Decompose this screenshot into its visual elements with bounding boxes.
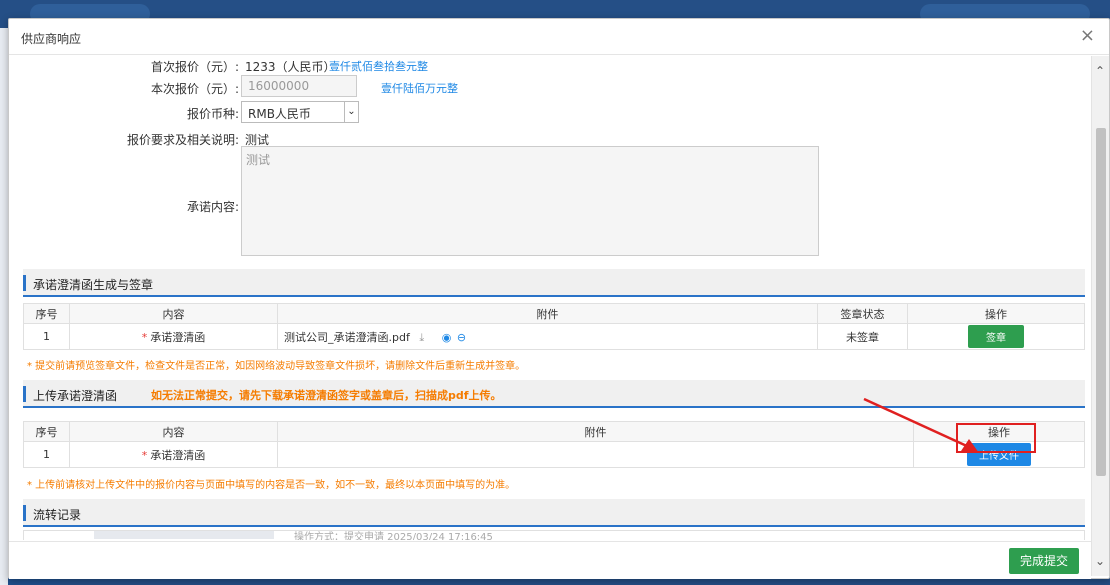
scroll-down-icon[interactable]: ⌄	[1095, 554, 1105, 568]
complete-submit-button[interactable]: 完成提交	[1009, 548, 1079, 574]
modal-body: 首次报价（元）: 1233（人民币） 壹仟贰佰叁拾叁元整 本次报价（元）: 16…	[9, 56, 1091, 540]
section-title: 流转记录	[33, 508, 82, 522]
section-title: 上传承诺澄清函	[33, 389, 118, 403]
delete-icon[interactable]: ⊖	[457, 331, 466, 344]
row-action: 签章	[907, 323, 1085, 350]
attachment-file-link[interactable]: 测试公司_承诺澄清函.pdf	[284, 331, 410, 344]
col-content: 内容	[69, 303, 278, 324]
row-no: 1	[23, 441, 70, 468]
row-content: * 承诺澄清函	[69, 323, 278, 350]
table-header-row: 序号 内容 附件 签章状态 操作	[23, 303, 1085, 324]
modal-title: 供应商响应	[21, 32, 82, 46]
section-accent-bar	[23, 275, 26, 291]
chevron-down-icon: ⌄	[344, 102, 358, 122]
requirement-label: 报价要求及相关说明:	[126, 133, 239, 147]
download-icon[interactable]: ⤓	[419, 331, 424, 344]
section-flow-record: 流转记录	[23, 499, 1085, 527]
row-content: * 承诺澄清函	[69, 441, 278, 468]
col-attachment: 附件	[277, 303, 818, 324]
row-attachment	[277, 441, 914, 468]
first-quote-value: 1233（人民币）	[245, 60, 336, 74]
this-quote-label: 本次报价（元）:	[150, 82, 239, 96]
blurred-name	[94, 531, 274, 539]
flow-record-text: 操作方式：提交申请 2025/03/24 17:16:45	[294, 532, 493, 540]
table-row: 1 * 承诺澄清函 测试公司_承诺澄清函.pdf ⤓ ◉ ⊖ 未签章 签章	[23, 323, 1085, 350]
commitment-textarea[interactable]: 测试	[241, 146, 819, 256]
section-warning: 如无法正常提交，请先下载承诺澄清函签字或盖章后，扫描成pdf上传。	[151, 389, 502, 402]
col-action: 操作	[907, 303, 1085, 324]
vertical-scrollbar[interactable]: ⌃ ⌄	[1091, 56, 1109, 576]
sign-button[interactable]: 签章	[968, 325, 1024, 348]
col-no: 序号	[23, 421, 70, 442]
this-quote-input[interactable]: 16000000	[241, 75, 357, 97]
flow-record-row: 操作方式：提交申请 2025/03/24 17:16:45	[23, 530, 1085, 540]
first-quote-label: 首次报价（元）:	[150, 60, 239, 74]
this-quote-words-text: 壹仟陆佰万元整	[381, 82, 458, 95]
row-no: 1	[23, 323, 70, 350]
section-title: 承诺澄清函生成与签章	[33, 278, 154, 292]
currency-select[interactable]: RMB人民币 ⌄	[241, 101, 359, 123]
scroll-thumb[interactable]	[1096, 128, 1106, 476]
commitment-label: 承诺内容:	[186, 200, 239, 214]
section-accent-bar	[23, 386, 26, 402]
highlight-box	[956, 423, 1036, 453]
currency-value: RMB人民币	[248, 107, 311, 121]
background-left-edge	[0, 28, 8, 585]
sign-note: * 提交前请预览签章文件，检查文件是否正常，如因网络波动导致签章文件损坏，请删除…	[27, 361, 526, 372]
supplier-response-modal: 供应商响应 × 首次报价（元）: 1233（人民币） 壹仟贰佰叁拾叁元整 本次报…	[8, 18, 1110, 579]
col-status: 签章状态	[817, 303, 908, 324]
modal-footer: 完成提交	[9, 541, 1091, 579]
section-commitment-sign: 承诺澄清函生成与签章	[23, 269, 1085, 297]
scroll-up-icon[interactable]: ⌃	[1095, 64, 1105, 78]
col-attachment: 附件	[277, 421, 914, 442]
sign-table: 序号 内容 附件 签章状态 操作 1 * 承诺澄清函 测试公司_承诺澄清函.pdf…	[23, 303, 1085, 350]
close-icon[interactable]: ×	[1080, 25, 1095, 46]
col-content: 内容	[69, 421, 278, 442]
modal-header: 供应商响应 ×	[9, 19, 1109, 55]
row-attachment: 测试公司_承诺澄清函.pdf ⤓ ◉ ⊖	[277, 323, 818, 350]
section-accent-bar	[23, 505, 26, 521]
row-status: 未签章	[817, 323, 908, 350]
currency-label: 报价币种:	[186, 107, 239, 121]
upload-note: * 上传前请核对上传文件中的报价内容与页面中填写的内容是否一致，如不一致，最终以…	[27, 480, 516, 491]
col-no: 序号	[23, 303, 70, 324]
first-quote-words: 壹仟贰佰叁拾叁元整	[329, 60, 428, 73]
preview-icon[interactable]: ◉	[442, 331, 452, 344]
